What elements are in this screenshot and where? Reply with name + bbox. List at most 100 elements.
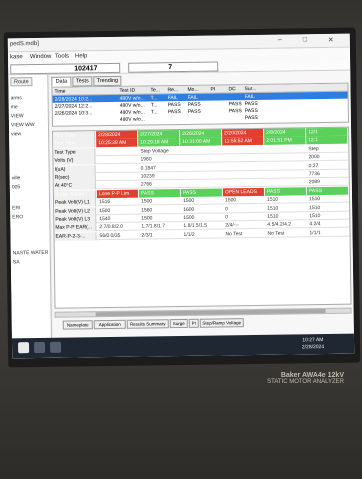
grid-cell[interactable] bbox=[265, 162, 306, 171]
grid-cell[interactable] bbox=[223, 171, 264, 180]
grid-cell[interactable]: PASS bbox=[306, 186, 348, 196]
grid-cell[interactable] bbox=[264, 145, 305, 154]
grid-cell[interactable]: 1.7/1.8/1.7 bbox=[139, 222, 180, 231]
tab-surge[interactable]: Surge bbox=[169, 318, 188, 329]
grid-cell[interactable]: 2/28/2024 bbox=[96, 130, 138, 140]
tab-pi[interactable]: PI bbox=[188, 318, 199, 328]
grid-row-label[interactable]: Max P-P EAR(... bbox=[54, 223, 97, 233]
grid-cell[interactable]: 1510 bbox=[265, 204, 306, 213]
grid-cell[interactable]: 1500 bbox=[97, 206, 138, 215]
grid-cell[interactable]: PASS bbox=[180, 188, 222, 197]
grid-cell[interactable]: Step Voltage bbox=[138, 147, 179, 156]
grid-row-label[interactable]: Peak Volt(V) L1 bbox=[54, 198, 97, 207]
grid-cell[interactable]: 2/20/2024 bbox=[222, 128, 264, 138]
menu-item-tools[interactable]: Tools bbox=[55, 54, 69, 60]
grid-cell[interactable]: No Test bbox=[265, 229, 306, 238]
grid-cell[interactable] bbox=[97, 164, 138, 173]
tab-application[interactable]: Application bbox=[93, 319, 126, 330]
grid-row-label[interactable]: R(sec) bbox=[53, 173, 96, 182]
grid-row-label[interactable]: Surge Status bbox=[53, 189, 96, 199]
grid-cell[interactable]: 1/1/1 bbox=[307, 228, 348, 237]
grid-row-label[interactable]: EAR-P-2-3-... bbox=[54, 231, 97, 241]
grid-cell[interactable] bbox=[96, 147, 137, 156]
grid-cell[interactable] bbox=[222, 154, 263, 163]
minimize-icon[interactable]: – bbox=[278, 37, 282, 44]
tree-item[interactable]: VIEW bbox=[11, 113, 24, 119]
col-header-mo[interactable]: Mo... bbox=[187, 87, 198, 93]
tree-item[interactable]: 005 bbox=[12, 184, 20, 190]
grid-cell[interactable]: 2/26/2024 bbox=[180, 129, 222, 139]
grid-cell[interactable]: 10:31:00 AM bbox=[180, 137, 222, 147]
grid-cell[interactable] bbox=[96, 156, 137, 165]
tab-step-ramp-voltage[interactable]: Step/Ramp Voltage bbox=[199, 318, 244, 328]
col-header-re[interactable]: Re... bbox=[167, 87, 178, 93]
grid-cell[interactable]: 2/4/--- bbox=[223, 221, 264, 230]
grid-cell[interactable]: 10:25:39 AM bbox=[96, 139, 138, 148]
close-icon[interactable]: ✕ bbox=[328, 36, 334, 44]
grid-row-label[interactable]: Peak Volt(V) L3 bbox=[54, 215, 97, 224]
col-header-sur[interactable]: Sur... bbox=[244, 86, 256, 92]
tab-data[interactable]: Data bbox=[51, 76, 72, 87]
grid-cell[interactable]: 1500 bbox=[223, 196, 264, 205]
col-header-te[interactable]: Te... bbox=[150, 87, 160, 93]
grid-cell[interactable]: 1500 bbox=[181, 213, 222, 222]
grid-cell[interactable]: OPEN LEADS bbox=[222, 187, 264, 197]
grid-cell[interactable]: 1/1/2 bbox=[181, 230, 222, 239]
tree-item[interactable]: view bbox=[11, 131, 21, 137]
col-header-dc[interactable]: DC bbox=[228, 86, 235, 92]
menu-item-help[interactable]: Help bbox=[75, 53, 87, 59]
grid-cell[interactable]: 1510 bbox=[307, 203, 348, 212]
grid-cell[interactable] bbox=[180, 146, 221, 155]
grid-row-label[interactable]: Volts (V) bbox=[53, 156, 96, 165]
grid-cell[interactable]: PASS bbox=[264, 187, 306, 196]
tree-item[interactable]: me bbox=[11, 104, 18, 110]
grid-cell[interactable]: 1516 bbox=[97, 198, 138, 207]
grid-cell[interactable]: 2:01:51 PM bbox=[264, 136, 306, 146]
tree-item[interactable]: ERI bbox=[12, 205, 20, 211]
grid-cell[interactable] bbox=[97, 173, 138, 182]
grid-row-label[interactable]: I(uA) bbox=[53, 164, 96, 174]
grid-cell[interactable] bbox=[265, 170, 306, 179]
grid-cell[interactable]: 1510 bbox=[307, 195, 348, 204]
tree-item[interactable]: arms bbox=[11, 95, 22, 101]
grid-cell[interactable]: 10239 bbox=[139, 172, 180, 181]
col-header-time[interactable]: Time bbox=[54, 89, 65, 95]
grid-cell[interactable] bbox=[222, 146, 263, 155]
tree-item[interactable]: ERO bbox=[12, 214, 23, 220]
tab-trending[interactable]: Trending bbox=[93, 75, 122, 87]
menu-item-window[interactable]: Window bbox=[30, 54, 51, 60]
menu-item-case[interactable]: kase bbox=[10, 54, 23, 60]
maximize-icon[interactable]: □ bbox=[303, 36, 307, 43]
tree-item[interactable]: VIEW WW bbox=[11, 122, 35, 128]
tab-tests[interactable]: Tests bbox=[72, 76, 93, 87]
tab-nameplate[interactable]: Nameplate bbox=[62, 320, 93, 330]
grid-cell[interactable]: 4.5/4.2/4.2 bbox=[265, 221, 306, 230]
grid-cell[interactable]: Lone P-P Lim bbox=[96, 189, 138, 198]
record-id-field[interactable]: 102417 bbox=[10, 62, 121, 75]
taskbar-app-icon[interactable] bbox=[34, 341, 46, 354]
grid-cell[interactable]: PASS bbox=[138, 188, 180, 198]
grid-cell[interactable]: 12:1 bbox=[306, 136, 348, 145]
grid-cell[interactable] bbox=[264, 153, 305, 162]
grid-row-label[interactable]: Peak Volt(V) L2 bbox=[54, 206, 97, 216]
grid-cell[interactable]: 2/8/2024 bbox=[264, 128, 306, 137]
count-field[interactable]: 7 bbox=[128, 61, 219, 73]
grid-cell[interactable] bbox=[181, 180, 222, 189]
grid-row-label[interactable]: Test Date bbox=[53, 131, 96, 140]
grid-cell[interactable] bbox=[265, 179, 306, 188]
tree-item[interactable]: SA bbox=[13, 259, 20, 265]
grid-cell[interactable]: 12/1 bbox=[306, 127, 348, 137]
grid-cell[interactable]: 1510 bbox=[265, 195, 306, 204]
grid-cell[interactable] bbox=[181, 171, 222, 180]
grid-cell[interactable]: 1500 bbox=[139, 197, 180, 206]
grid-row-label[interactable]: At 40°C bbox=[53, 181, 96, 191]
grid-cell[interactable]: 0.27 bbox=[307, 161, 348, 170]
grid-row-label[interactable]: Test Time bbox=[53, 139, 96, 149]
grid-cell[interactable]: 1510 bbox=[307, 212, 348, 221]
grid-cell[interactable]: Step bbox=[306, 144, 347, 153]
grid-cell[interactable]: 1560 bbox=[139, 206, 180, 215]
grid-cell[interactable] bbox=[181, 163, 222, 172]
grid-cell[interactable]: 1600 bbox=[181, 205, 222, 214]
grid-cell[interactable]: No Test bbox=[223, 230, 264, 239]
col-header-pi[interactable]: PI bbox=[210, 87, 215, 93]
